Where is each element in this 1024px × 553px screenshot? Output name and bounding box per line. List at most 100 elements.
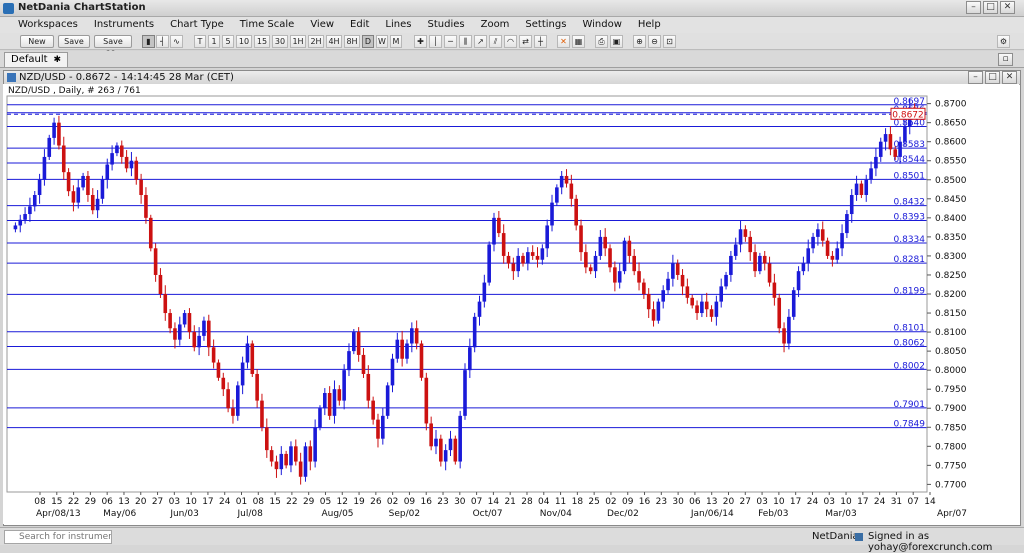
candle-body[interactable]	[90, 195, 95, 211]
save-as-button[interactable]: Save as..	[94, 35, 132, 57]
candle-body[interactable]	[235, 385, 240, 416]
candle-body[interactable]	[173, 328, 177, 340]
candle-body[interactable]	[47, 137, 52, 157]
candle-body[interactable]	[772, 282, 777, 298]
candle-body[interactable]	[695, 305, 699, 314]
candle-body[interactable]	[231, 408, 235, 416]
menu-view[interactable]: View	[302, 17, 342, 33]
candle-body[interactable]	[801, 263, 806, 272]
candle-body[interactable]	[859, 183, 864, 195]
candle-body[interactable]	[656, 301, 661, 321]
candle-body[interactable]	[434, 438, 438, 447]
candle-body[interactable]	[579, 225, 583, 253]
candle-body[interactable]	[419, 343, 424, 378]
candle-body[interactable]	[52, 122, 56, 138]
candle-body[interactable]	[376, 419, 380, 439]
candle-body[interactable]	[202, 320, 206, 336]
candle-body[interactable]	[588, 267, 593, 272]
candle-body[interactable]	[593, 255, 598, 272]
candle-body[interactable]	[448, 438, 453, 451]
candle-body[interactable]	[477, 301, 482, 317]
candle-body[interactable]	[71, 191, 76, 203]
bars-icon[interactable]: ┤	[156, 35, 169, 48]
candle-body[interactable]	[680, 274, 685, 287]
vertical-line-icon[interactable]: │	[429, 35, 442, 48]
candle-body[interactable]	[767, 263, 772, 283]
candle-body[interactable]	[526, 252, 530, 264]
candle-body[interactable]	[168, 313, 172, 329]
candle-body[interactable]	[57, 122, 61, 146]
tab-close-icon[interactable]: ✱	[54, 55, 62, 65]
candle-body[interactable]	[390, 358, 395, 386]
candle-body[interactable]	[443, 450, 448, 462]
candle-body[interactable]	[342, 370, 346, 401]
candle-body[interactable]	[545, 225, 549, 249]
candle-body[interactable]	[613, 267, 617, 283]
fibonacci-icon[interactable]: ⫼	[459, 35, 472, 48]
candle-body[interactable]	[854, 183, 859, 195]
candle-body[interactable]	[28, 206, 32, 215]
candle-body[interactable]	[313, 427, 317, 462]
candle-body[interactable]	[840, 233, 844, 249]
candle-body[interactable]	[129, 160, 134, 169]
candle-body[interactable]	[332, 389, 337, 416]
candle-body[interactable]	[250, 343, 255, 374]
candle-body[interactable]	[76, 187, 81, 203]
candle-body[interactable]	[506, 255, 511, 264]
candle-body[interactable]	[791, 290, 796, 317]
candle-body[interactable]	[738, 229, 743, 245]
candle-body[interactable]	[724, 274, 728, 287]
candle-body[interactable]	[356, 332, 361, 355]
candle-body[interactable]	[115, 145, 119, 154]
candle-body[interactable]	[782, 328, 786, 344]
clear-icon[interactable]: ▦	[572, 35, 585, 48]
candle-body[interactable]	[119, 145, 124, 157]
timescale-2h-button[interactable]: 2H	[308, 35, 324, 48]
menu-zoom[interactable]: Zoom	[473, 17, 518, 33]
candle-body[interactable]	[555, 187, 559, 203]
timescale-30-button[interactable]: 30	[272, 35, 288, 48]
candle-body[interactable]	[284, 453, 288, 466]
candle-body[interactable]	[675, 263, 680, 275]
menu-chart-type[interactable]: Chart Type	[162, 17, 232, 33]
candle-body[interactable]	[564, 175, 569, 184]
candle-body[interactable]	[158, 274, 163, 294]
save-button[interactable]: Save	[58, 35, 90, 48]
tab-default[interactable]: Default ✱	[4, 52, 69, 67]
candle-body[interactable]	[627, 240, 632, 256]
menu-window[interactable]: Window	[574, 17, 629, 33]
candle-body[interactable]	[182, 313, 187, 325]
candle-body[interactable]	[177, 324, 182, 340]
candle-body[interactable]	[550, 202, 554, 226]
candle-body[interactable]	[898, 141, 902, 157]
menu-settings[interactable]: Settings	[517, 17, 574, 33]
timescale-w-button[interactable]: W	[376, 35, 388, 48]
candle-body[interactable]	[685, 286, 690, 298]
candle-body[interactable]	[187, 313, 192, 333]
candle-body[interactable]	[318, 408, 322, 428]
horizontal-line-icon[interactable]: ─	[444, 35, 457, 48]
candle-body[interactable]	[323, 393, 327, 409]
trend-icon[interactable]: ↗	[474, 35, 487, 48]
candle-body[interactable]	[511, 263, 516, 272]
candle-body[interactable]	[226, 389, 230, 409]
candle-body[interactable]	[264, 427, 269, 451]
candle-body[interactable]	[395, 339, 400, 359]
candle-body[interactable]	[535, 255, 540, 260]
candle-body[interactable]	[468, 347, 472, 371]
candle-body[interactable]	[197, 335, 201, 348]
candle-body[interactable]	[811, 236, 815, 249]
candle-body[interactable]	[482, 282, 487, 302]
candle-body[interactable]	[472, 316, 477, 348]
menu-edit[interactable]: Edit	[342, 17, 377, 33]
candle-body[interactable]	[743, 229, 748, 237]
candle-body[interactable]	[139, 179, 143, 195]
timescale-d-button[interactable]: D	[362, 35, 374, 48]
candle-body[interactable]	[216, 362, 221, 378]
menu-lines[interactable]: Lines	[377, 17, 419, 33]
candle-body[interactable]	[671, 263, 675, 279]
chart-maximize-icon[interactable]: □	[985, 71, 1000, 84]
candles-icon[interactable]: ▮	[142, 35, 155, 48]
candle-body[interactable]	[221, 377, 226, 390]
candle-body[interactable]	[337, 389, 342, 401]
